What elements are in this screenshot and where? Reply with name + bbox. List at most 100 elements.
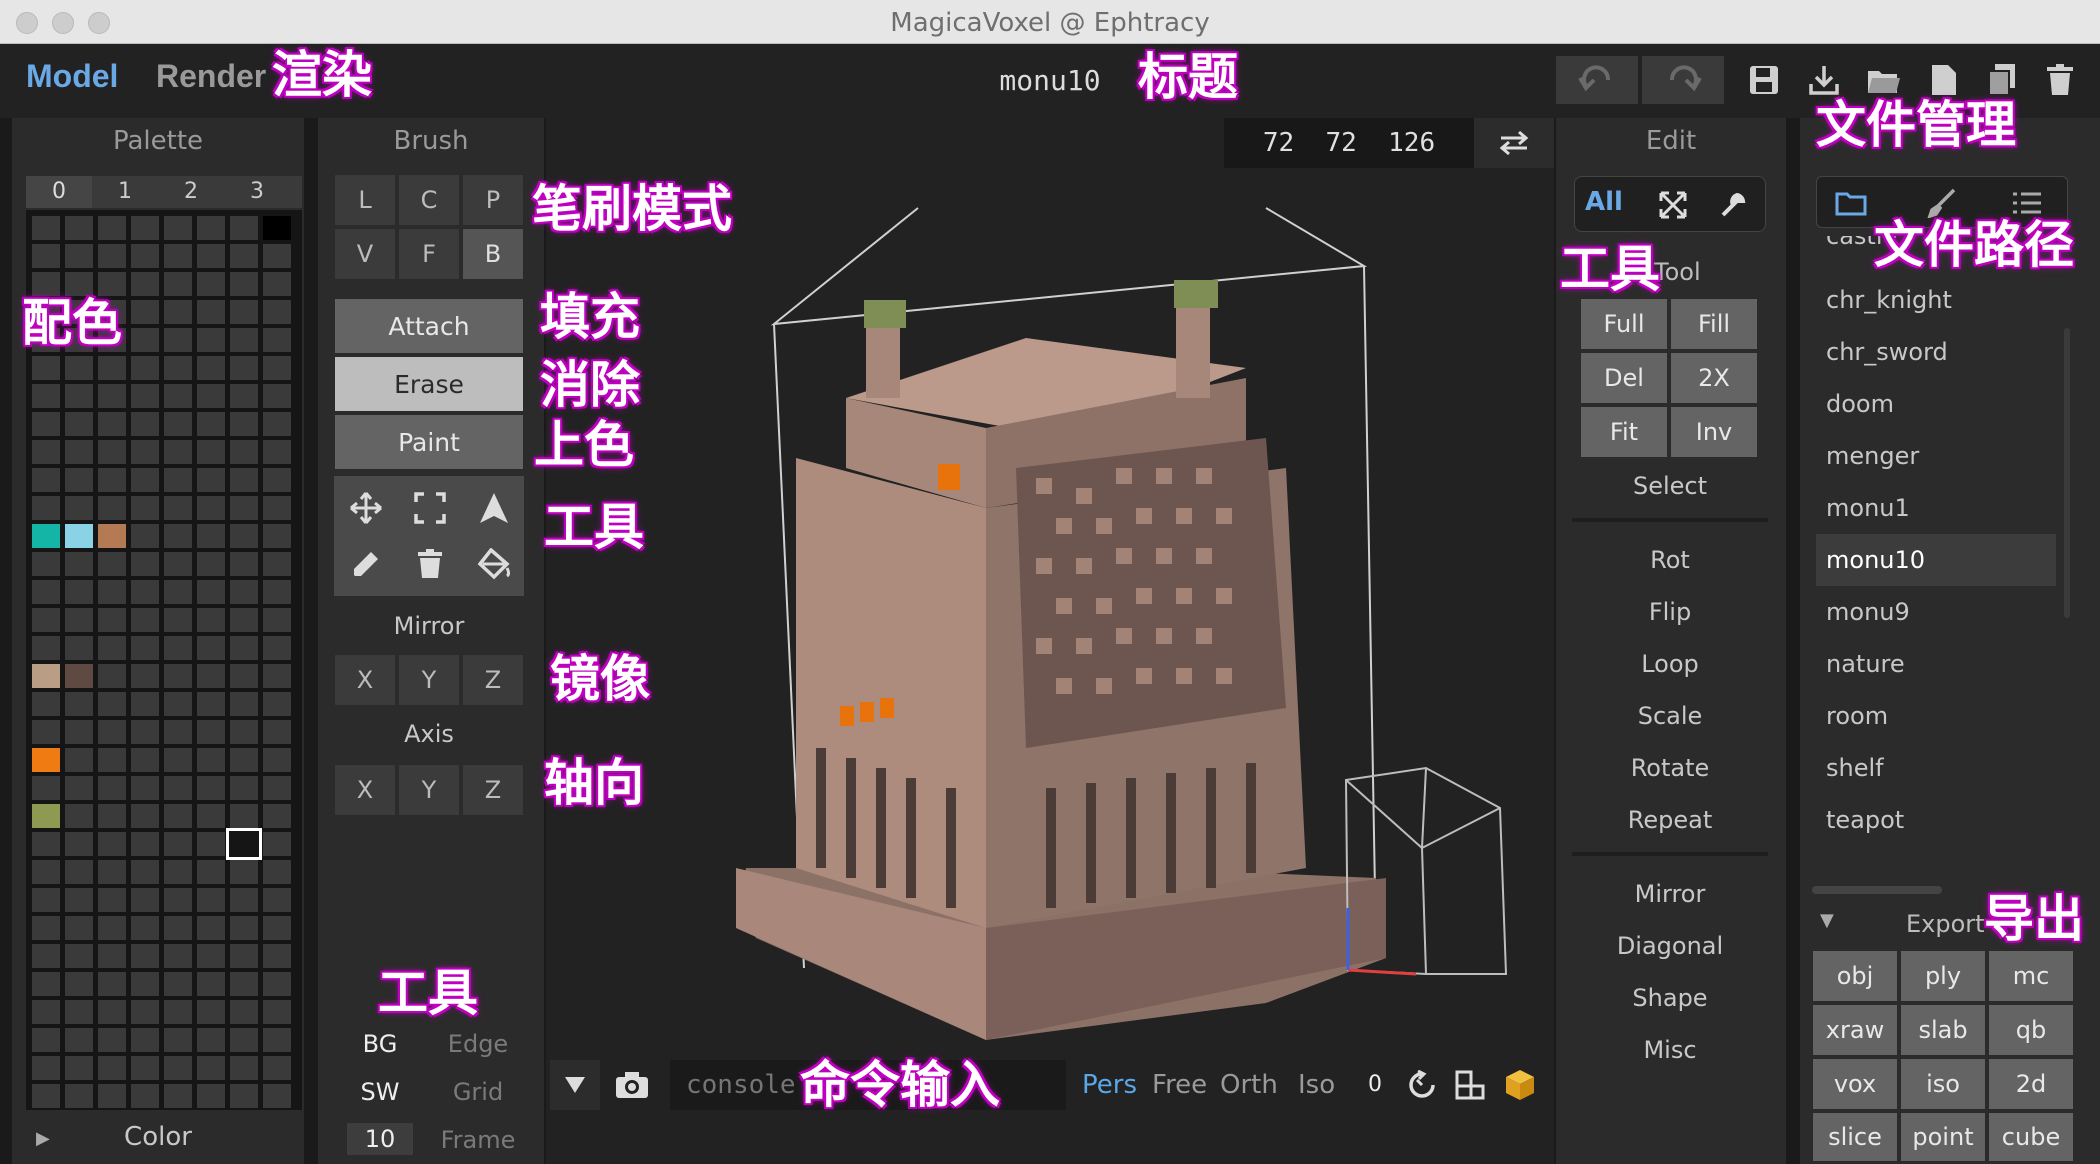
palette-swatch[interactable]: [230, 916, 258, 940]
save-icon[interactable]: [1746, 60, 1782, 100]
palette-swatch[interactable]: [263, 524, 291, 548]
palette-swatch[interactable]: [65, 1056, 93, 1080]
palette-swatch[interactable]: [197, 692, 225, 716]
palette-swatch[interactable]: [32, 1084, 60, 1108]
palette-swatch[interactable]: [65, 356, 93, 380]
palette-swatch[interactable]: [197, 524, 225, 548]
palette-swatch[interactable]: [65, 468, 93, 492]
marquee-select-icon[interactable]: [404, 484, 456, 532]
palette-swatch[interactable]: [263, 300, 291, 324]
palette-swatch[interactable]: [164, 412, 192, 436]
palette-swatch[interactable]: [230, 1084, 258, 1108]
palette-swatch[interactable]: [230, 776, 258, 800]
palette-swatch[interactable]: [164, 496, 192, 520]
palette-swatch[interactable]: [32, 636, 60, 660]
palette-swatch[interactable]: [131, 860, 159, 884]
palette-swatch[interactable]: [263, 608, 291, 632]
palette-swatch[interactable]: [197, 748, 225, 772]
file-list-item[interactable]: nature: [1816, 638, 2056, 690]
palette-swatch[interactable]: [230, 664, 258, 688]
palette-swatch[interactable]: [65, 272, 93, 296]
edit-diagonal-button[interactable]: Diagonal: [1580, 932, 1760, 960]
edge-toggle[interactable]: Edge: [432, 1030, 524, 1058]
palette-swatch[interactable]: [164, 860, 192, 884]
palette-swatch[interactable]: [230, 972, 258, 996]
copy-file-icon[interactable]: [1984, 60, 2020, 100]
file-list-item[interactable]: chr_knight: [1816, 274, 2056, 326]
palette-swatch[interactable]: [65, 804, 93, 828]
palette-swatch[interactable]: [131, 608, 159, 632]
palette-swatch[interactable]: [164, 720, 192, 744]
palette-swatch[interactable]: [65, 776, 93, 800]
palette-swatch[interactable]: [32, 832, 60, 856]
palette-swatch[interactable]: [131, 300, 159, 324]
collapse-triangle-icon[interactable]: ▼: [1820, 910, 1834, 931]
viewport[interactable]: 72 72 126 Pers Free O: [546, 118, 1554, 1164]
palette-swatch[interactable]: [164, 1084, 192, 1108]
palette-swatch[interactable]: [230, 440, 258, 464]
palette-swatch[interactable]: [32, 664, 60, 688]
palette-swatch[interactable]: [131, 328, 159, 352]
palette-swatch[interactable]: [230, 244, 258, 268]
select-full-button[interactable]: Full: [1580, 298, 1668, 350]
trash-icon[interactable]: [404, 540, 456, 588]
palette-swatch[interactable]: [131, 1084, 159, 1108]
palette-swatch[interactable]: [32, 244, 60, 268]
export-slice-button[interactable]: slice: [1812, 1112, 1898, 1162]
mirror-x-button[interactable]: X: [334, 654, 396, 706]
file-list-item[interactable]: room: [1816, 690, 2056, 742]
palette-swatch[interactable]: [197, 804, 225, 828]
palette-swatch[interactable]: [32, 1028, 60, 1052]
edit-repeat-button[interactable]: Repeat: [1580, 806, 1760, 834]
palette-swatch[interactable]: [98, 440, 126, 464]
palette-swatch[interactable]: [197, 356, 225, 380]
palette-swatch[interactable]: [164, 608, 192, 632]
palette-swatch[interactable]: [197, 972, 225, 996]
palette-swatch[interactable]: [164, 636, 192, 660]
export-xraw-button[interactable]: xraw: [1812, 1004, 1898, 1056]
palette-swatch[interactable]: [230, 636, 258, 660]
export-obj-button[interactable]: obj: [1812, 950, 1898, 1002]
palette-swatch[interactable]: [263, 804, 291, 828]
export-point-button[interactable]: point: [1900, 1112, 1986, 1162]
palette-swatch[interactable]: [98, 468, 126, 492]
palette-swatch[interactable]: [164, 832, 192, 856]
palette-swatch[interactable]: [230, 468, 258, 492]
eyedropper-icon[interactable]: [340, 540, 392, 588]
palette-page-tab[interactable]: 2: [158, 176, 224, 208]
palette-swatch[interactable]: [131, 636, 159, 660]
export-2d-button[interactable]: 2d: [1988, 1058, 2074, 1110]
palette-swatch[interactable]: [131, 412, 159, 436]
export-cube-button[interactable]: cube: [1988, 1112, 2074, 1162]
edit-shape-button[interactable]: Shape: [1580, 984, 1760, 1012]
palette-swatch[interactable]: [263, 636, 291, 660]
palette-swatch[interactable]: [131, 832, 159, 856]
palette-swatch[interactable]: [197, 384, 225, 408]
palette-swatch[interactable]: [197, 860, 225, 884]
palette-swatch[interactable]: [65, 216, 93, 240]
brush-mode-p[interactable]: P: [462, 174, 524, 226]
palette-swatch[interactable]: [131, 272, 159, 296]
frame-value-field[interactable]: 10: [346, 1122, 414, 1156]
axis-x-button[interactable]: X: [334, 764, 396, 816]
palette-swatch[interactable]: [230, 216, 258, 240]
palette-swatch[interactable]: [98, 384, 126, 408]
palette-swatch[interactable]: [263, 1084, 291, 1108]
palette-swatch[interactable]: [263, 244, 291, 268]
palette-swatch[interactable]: [263, 272, 291, 296]
palette-swatch[interactable]: [32, 888, 60, 912]
palette-swatch[interactable]: [263, 356, 291, 380]
palette-swatch[interactable]: [131, 692, 159, 716]
palette-swatch[interactable]: [164, 1056, 192, 1080]
palette-swatch[interactable]: [32, 692, 60, 716]
palette-swatch[interactable]: [98, 356, 126, 380]
palette-swatch[interactable]: [263, 384, 291, 408]
palette-swatch[interactable]: [65, 608, 93, 632]
palette-swatch[interactable]: [197, 216, 225, 240]
palette-swatch[interactable]: [131, 216, 159, 240]
voxel-model-view[interactable]: [546, 168, 1554, 1108]
palette-swatch[interactable]: [131, 552, 159, 576]
attach-button[interactable]: Attach: [334, 298, 524, 354]
palette-swatch[interactable]: [164, 692, 192, 716]
palette-swatch[interactable]: [197, 636, 225, 660]
